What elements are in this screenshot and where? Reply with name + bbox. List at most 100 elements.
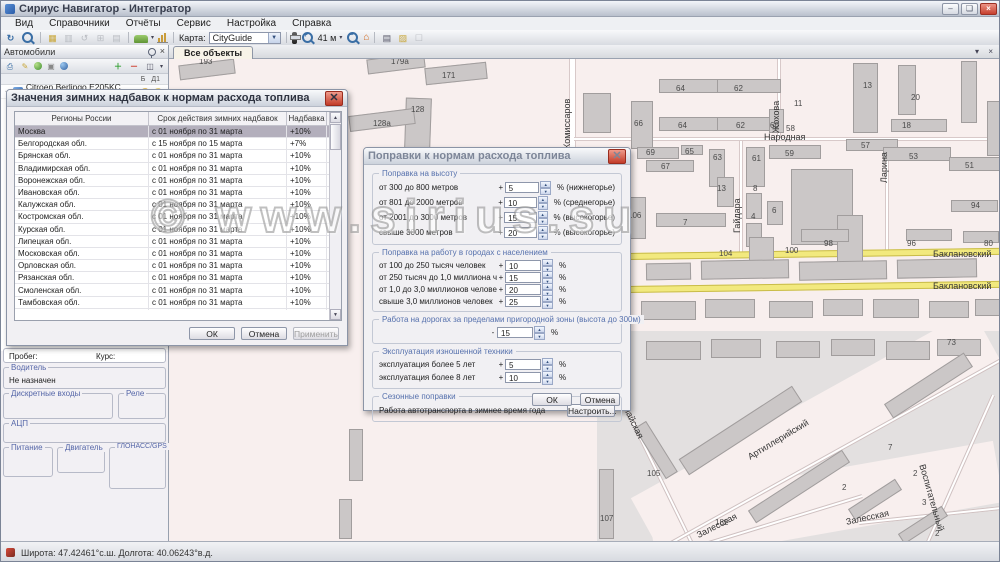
home-icon[interactable]: ⌂ bbox=[363, 32, 369, 44]
globe-blue-icon[interactable] bbox=[60, 62, 68, 70]
vehicle-dropdown-arrow[interactable]: ▾ bbox=[151, 34, 154, 41]
ok-button[interactable]: ОК bbox=[532, 393, 572, 406]
menu-item[interactable]: Справка bbox=[284, 18, 339, 29]
table-row[interactable]: Белгородская обл. с 15 ноября по 15 март… bbox=[15, 138, 341, 150]
map-building bbox=[711, 339, 761, 358]
map-building bbox=[749, 237, 774, 262]
chart-icon[interactable] bbox=[157, 32, 168, 43]
header-period[interactable]: Срок действия зимних надбавок bbox=[149, 112, 287, 125]
layout-split-icon[interactable]: ◫ bbox=[144, 61, 156, 72]
map-label: 94 bbox=[971, 201, 980, 210]
close-button[interactable]: × bbox=[980, 3, 997, 15]
table-row[interactable]: Московская обл. с 01 ноября по 31 марта … bbox=[15, 248, 341, 260]
value-input[interactable]: 15 bbox=[505, 272, 541, 283]
list-icon[interactable]: ▤ bbox=[380, 32, 393, 44]
table-row[interactable]: Рязанская обл. с 01 ноября по 31 марта +… bbox=[15, 272, 341, 284]
map-select[interactable]: CityGuide ▼ bbox=[209, 32, 281, 44]
cancel-button[interactable]: Отмена bbox=[241, 327, 287, 340]
zoom-out-icon[interactable]: − bbox=[347, 32, 358, 43]
zoom-slider[interactable] bbox=[292, 32, 297, 44]
camera-icon[interactable]: ▣ bbox=[45, 61, 57, 72]
column-d1: Д1 bbox=[151, 76, 160, 83]
edit-table-icon[interactable]: ▦ bbox=[46, 32, 59, 44]
scroll-up-icon[interactable]: ▲ bbox=[330, 112, 341, 123]
globe-green-icon[interactable] bbox=[34, 62, 42, 70]
cancel-button[interactable]: Отмена bbox=[580, 393, 620, 406]
tab-dropdown-icon[interactable]: ▾ bbox=[975, 47, 979, 56]
value-input[interactable]: 10 bbox=[505, 260, 541, 271]
table-row[interactable]: Владимирская обл. с 01 ноября по 31 март… bbox=[15, 163, 341, 175]
power-group: Питание bbox=[3, 447, 53, 477]
corrections-dialog-close-icon[interactable]: ✕ bbox=[608, 149, 626, 164]
zoom-dropdown-arrow[interactable]: ▾ bbox=[339, 34, 342, 41]
spinner[interactable]: ▲▼ bbox=[542, 371, 553, 384]
discrete-inputs-group: Дискретные входы bbox=[3, 393, 113, 419]
map-building bbox=[873, 299, 919, 318]
spinner[interactable]: ▲▼ bbox=[542, 358, 553, 371]
value-input[interactable]: 25 bbox=[505, 296, 541, 307]
table-row[interactable]: Орловская обл. с 01 ноября по 31 марта +… bbox=[15, 260, 341, 272]
zoom-in-icon[interactable]: + bbox=[302, 32, 313, 43]
map-label: 59 bbox=[785, 149, 794, 158]
mileage-label: Пробег: bbox=[9, 352, 38, 361]
ok-button[interactable]: ОК bbox=[189, 327, 235, 340]
menu-item[interactable]: Настройка bbox=[219, 18, 284, 29]
table-row[interactable]: Тверская обл. с 01 ноября по 31 марта +1… bbox=[15, 309, 341, 310]
add-vehicle-icon[interactable]: ＋ bbox=[112, 61, 124, 72]
value-input[interactable]: 10 bbox=[505, 372, 541, 383]
map-label: 107 bbox=[600, 514, 613, 523]
vehicles-panel-header: Автомобили × bbox=[1, 45, 168, 59]
printer-icon[interactable]: ⎙ bbox=[4, 61, 16, 72]
brush-icon[interactable]: ✎ bbox=[19, 61, 31, 72]
map-label: 53 bbox=[909, 152, 918, 161]
map-label: 128 bbox=[411, 105, 424, 114]
restore-button[interactable]: ❏ bbox=[961, 3, 978, 15]
map-label: 63 bbox=[713, 153, 722, 162]
winter-dialog-close-icon[interactable]: ✕ bbox=[325, 91, 343, 106]
value-input[interactable]: 20 bbox=[505, 284, 541, 295]
header-region[interactable]: Регионы России bbox=[15, 112, 149, 125]
spinner[interactable]: ▲▼ bbox=[542, 295, 553, 308]
menu-item[interactable]: Вид bbox=[7, 18, 41, 29]
map-building bbox=[831, 339, 875, 356]
menu-item[interactable]: Отчёты bbox=[118, 18, 169, 29]
scrollbar-thumb[interactable] bbox=[330, 124, 341, 150]
header-value[interactable]: Надбавка bbox=[287, 112, 327, 125]
pin-icon[interactable] bbox=[148, 48, 156, 56]
table-row[interactable]: Москва с 01 ноября по 31 марта +10% bbox=[15, 126, 341, 138]
table-row[interactable]: Тамбовская обл. с 01 ноября по 31 марта … bbox=[15, 297, 341, 309]
menu-item[interactable]: Справочники bbox=[41, 18, 118, 29]
vehicle-icon[interactable] bbox=[134, 35, 148, 43]
zoom-level[interactable]: 41 м bbox=[318, 33, 337, 43]
table-row[interactable]: Воронежская обл. с 01 ноября по 31 марта… bbox=[15, 175, 341, 187]
map-label: 51 bbox=[965, 161, 974, 170]
map-label: 104 bbox=[719, 249, 732, 258]
map-building bbox=[339, 499, 352, 539]
link-icon: ⊞ bbox=[94, 32, 107, 44]
map-label: 64 bbox=[678, 121, 687, 130]
edit-note-icon[interactable]: ▨ bbox=[396, 32, 409, 44]
chevron-down-icon[interactable]: ▼ bbox=[268, 33, 280, 43]
map-label: Баклановский bbox=[933, 281, 991, 291]
spinner[interactable]: ▲▼ bbox=[534, 326, 545, 339]
tab-all-objects[interactable]: Все объекты bbox=[173, 46, 253, 60]
search-icon[interactable] bbox=[22, 32, 33, 43]
map-label: Жохова bbox=[771, 101, 781, 133]
map-label: 6 bbox=[772, 206, 776, 215]
minimize-button[interactable]: – bbox=[942, 3, 959, 15]
value-input[interactable]: 5 bbox=[505, 359, 541, 370]
refresh-icon[interactable]: ↻ bbox=[4, 32, 17, 44]
table-row[interactable]: Смоленская обл. с 01 ноября по 31 марта … bbox=[15, 284, 341, 296]
tab-close-icon[interactable]: × bbox=[988, 47, 993, 56]
scroll-down-icon[interactable]: ▼ bbox=[330, 309, 341, 320]
layout-dropdown-arrow[interactable]: ▾ bbox=[160, 63, 163, 70]
panel-close-icon[interactable]: × bbox=[160, 47, 165, 56]
driver-group: Водитель Не назначен bbox=[3, 367, 166, 389]
value-input[interactable]: 15 bbox=[497, 327, 533, 338]
table-row[interactable]: Брянская обл. с 01 ноября по 31 марта +1… bbox=[15, 150, 341, 162]
map-label: 2 bbox=[913, 469, 917, 478]
map-building bbox=[891, 119, 947, 132]
map-building bbox=[975, 299, 1000, 316]
menu-item[interactable]: Сервис bbox=[169, 18, 219, 29]
remove-vehicle-icon[interactable]: － bbox=[128, 61, 140, 72]
